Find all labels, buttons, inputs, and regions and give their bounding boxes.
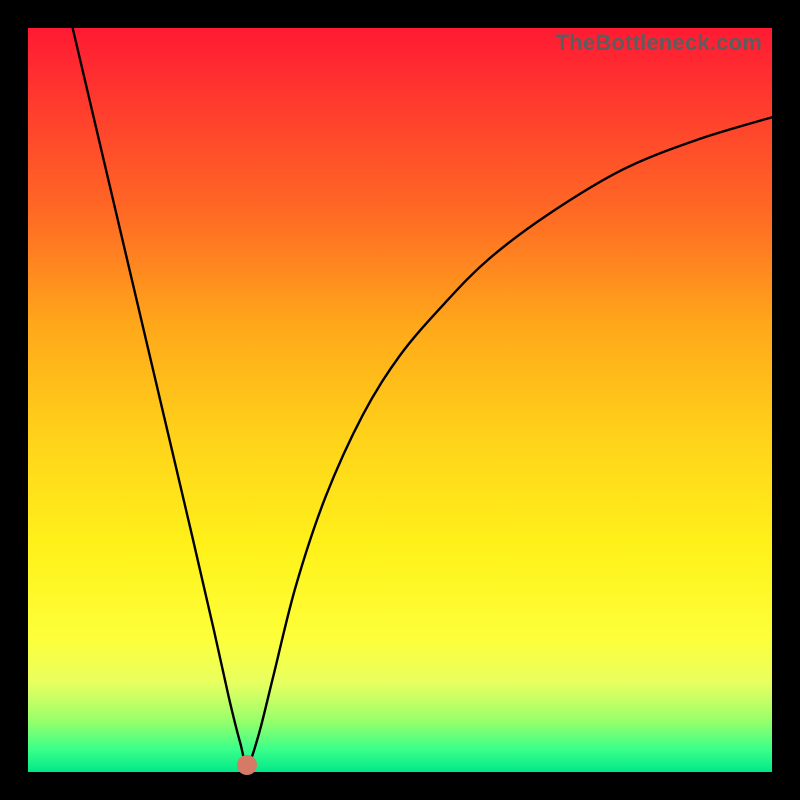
bottleneck-curve — [73, 28, 772, 765]
plot-area: TheBottleneck.com — [28, 28, 772, 772]
curve-layer — [28, 28, 772, 772]
chart-frame: TheBottleneck.com — [0, 0, 800, 800]
curve-marker — [237, 755, 257, 775]
